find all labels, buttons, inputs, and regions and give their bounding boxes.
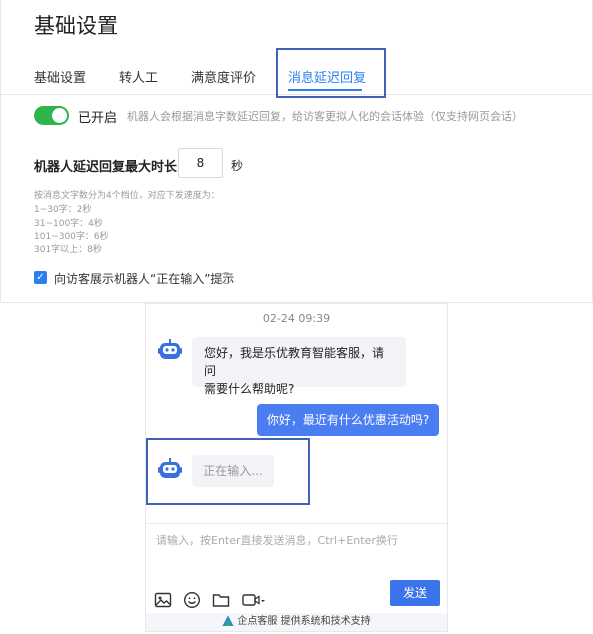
- question-circle-icon[interactable]: ?: [220, 272, 232, 284]
- image-icon[interactable]: [154, 591, 172, 609]
- video-icon[interactable]: [242, 591, 266, 609]
- compose-divider: [146, 523, 447, 524]
- footer-text: 提供系统和技术支持: [280, 616, 371, 627]
- delay-hint-intro: 按消息文字数分为4个档位，对应下发速度为：: [34, 191, 220, 201]
- bot-greeting-line-1: 您好，我是乐优教育智能客服，请问: [204, 346, 385, 378]
- toggle-description: 机器人会根据消息字数延迟回复，给访客更拟人化的会话体验（仅支持网页会话）: [127, 110, 523, 123]
- tab-basic-settings[interactable]: 基础设置: [34, 67, 86, 86]
- typing-indicator-label: 向访客展示机器人“正在输入”提示: [54, 272, 235, 286]
- tab-transfer-to-agent[interactable]: 转人工: [119, 67, 158, 86]
- qidian-logo-icon: [222, 615, 234, 626]
- footer-brand: 企点客服: [237, 616, 278, 627]
- bot-greeting-bubble: 您好，我是乐优教育智能客服，请问 需要什么帮助呢?: [192, 337, 406, 396]
- chat-timestamp: 02-24 09:39: [262, 312, 331, 325]
- send-button[interactable]: 发送: [390, 580, 440, 606]
- delay-hint-tier-2: 31~100字：4秒: [34, 219, 103, 229]
- toggle-status-label: 已开启: [78, 111, 118, 126]
- emoji-icon[interactable]: [183, 591, 201, 609]
- page-title: 基础设置: [34, 14, 118, 38]
- robot-avatar-icon: [158, 339, 182, 359]
- delay-hint-tier-4: 301字以上：8秒: [34, 245, 102, 255]
- user-message-bubble: 你好，最近有什么优惠活动吗?: [257, 404, 439, 436]
- settings-panel: 基础设置 基础设置 转人工 满意度评价 消息延迟回复 已开启 机器人会根据消息字…: [0, 0, 593, 303]
- toggle-knob: [52, 108, 67, 123]
- delay-hint-tier-1: 1~30字：2秒: [34, 205, 92, 215]
- folder-icon[interactable]: [212, 591, 230, 609]
- delay-reply-toggle[interactable]: [34, 106, 69, 125]
- highlight-box-tab: [276, 48, 386, 98]
- max-delay-input[interactable]: 8: [178, 148, 223, 178]
- powered-by-footer: 企点客服 提供系统和技术支持: [146, 613, 447, 631]
- max-delay-unit: 秒: [231, 159, 244, 173]
- message-input[interactable]: 请输入，按Enter直接发送消息，Ctrl+Enter换行: [156, 532, 398, 548]
- tab-satisfaction-rating[interactable]: 满意度评价: [191, 67, 256, 86]
- delay-hint-tier-3: 101~300字：6秒: [34, 232, 109, 242]
- bot-greeting-line-2: 需要什么帮助呢?: [204, 382, 295, 396]
- max-delay-label: 机器人延迟回复最大时长: [34, 160, 178, 175]
- typing-indicator-checkbox[interactable]: ✓: [34, 271, 47, 284]
- highlight-box-typing: [146, 438, 310, 505]
